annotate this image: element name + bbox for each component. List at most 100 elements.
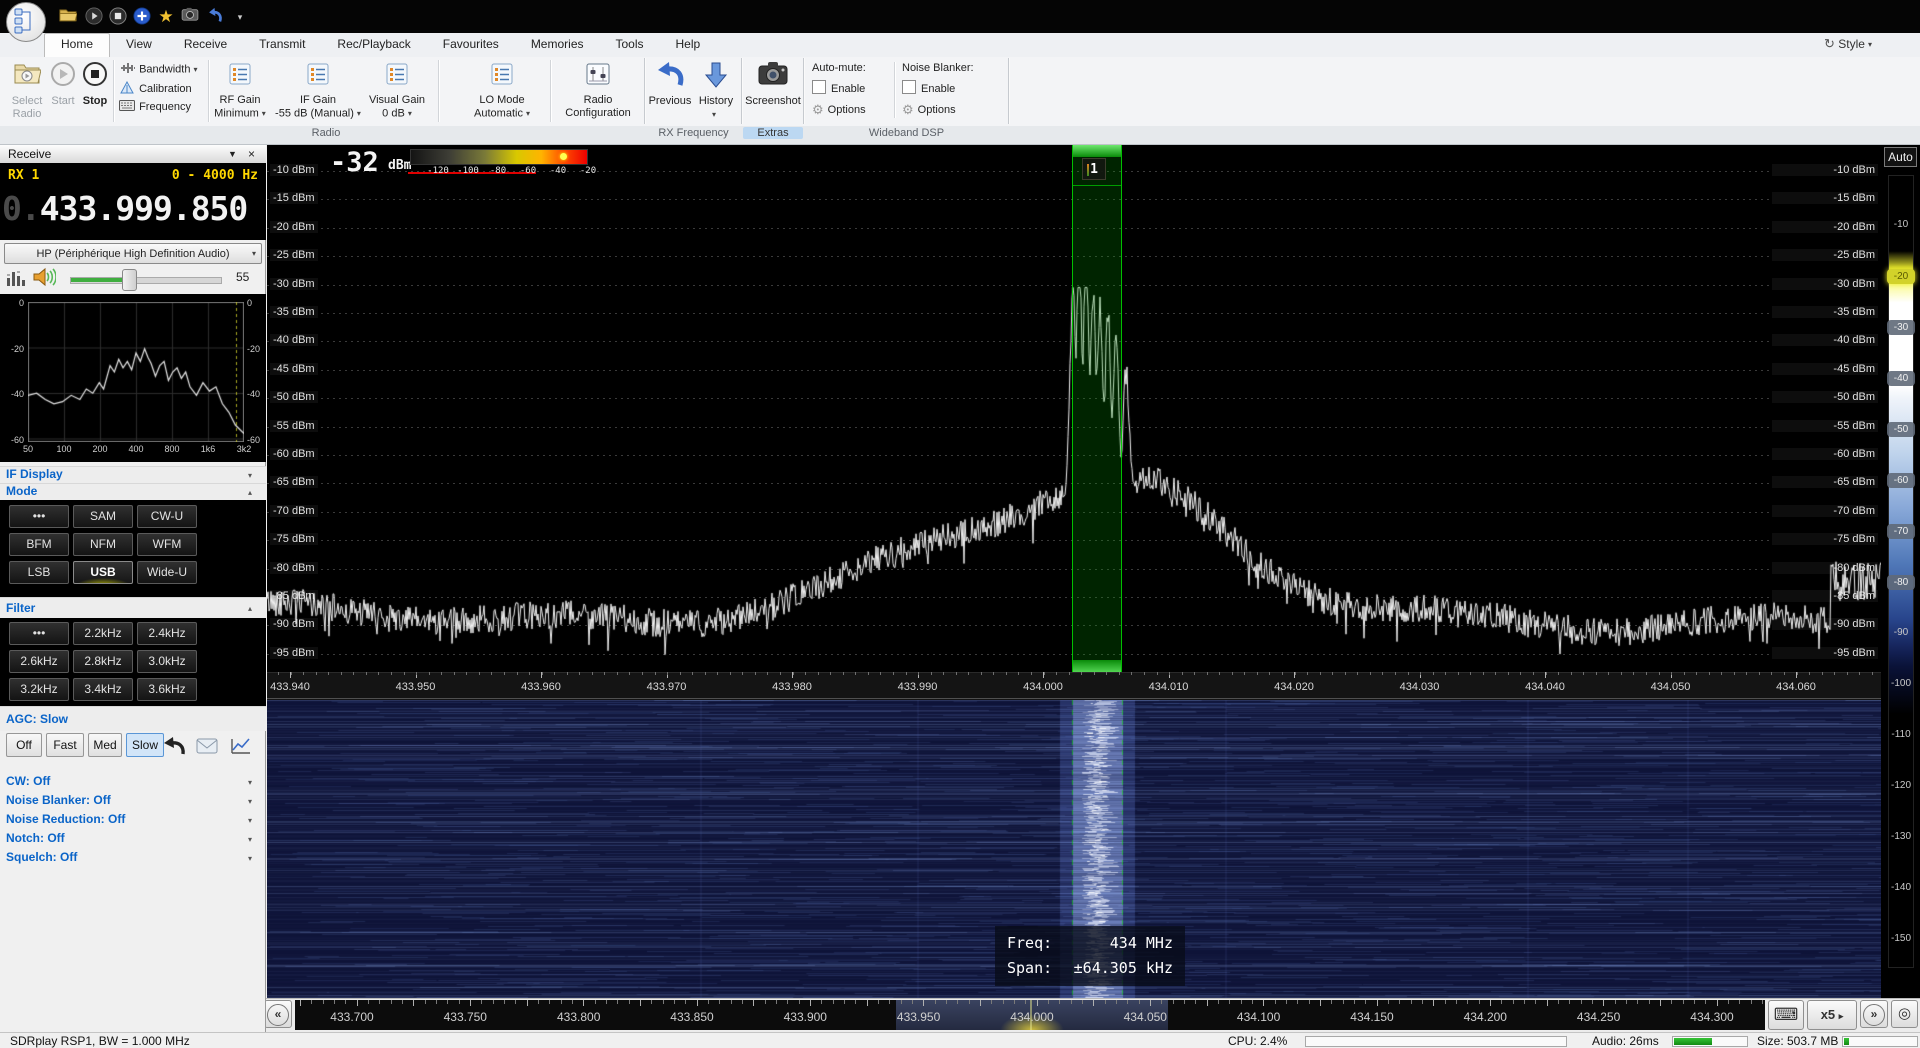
dsp-link-noise-blanker-off[interactable]: Noise Blanker: Off ▾: [0, 793, 266, 812]
tab-tools[interactable]: Tools: [600, 33, 660, 57]
nav-frequency-label[interactable]: 433.900: [770, 1010, 840, 1024]
dsp-link-notch-off[interactable]: Notch: Off ▾: [0, 831, 266, 850]
mode-button-lsb[interactable]: LSB: [9, 561, 69, 584]
if-gain-button[interactable]: IF Gain -55 dB (Manual) ▾: [272, 58, 364, 124]
tab-view[interactable]: View: [110, 33, 168, 57]
chevron-down-icon[interactable]: ▾: [248, 835, 252, 844]
audio-device-select[interactable]: HP (Périphérique High Definition Audio) …: [4, 243, 262, 264]
nav-frequency-label[interactable]: 434.300: [1677, 1010, 1747, 1024]
start-button[interactable]: Start: [48, 58, 78, 124]
mode-section[interactable]: Mode ▴: [0, 483, 266, 501]
tab-help[interactable]: Help: [660, 33, 717, 57]
agc-undo-icon[interactable]: [162, 736, 186, 759]
play-icon[interactable]: [84, 7, 104, 27]
lo-mode-button[interactable]: LO Mode Automatic ▾: [460, 58, 544, 124]
panel-close-icon[interactable]: ×: [248, 145, 255, 163]
noise-blanker-options-button[interactable]: ⚙ Options: [902, 102, 956, 118]
panel-collapse-icon[interactable]: ▼: [228, 145, 237, 163]
tab-home[interactable]: Home: [44, 33, 111, 57]
nav-frequency-label[interactable]: 434.200: [1450, 1010, 1520, 1024]
speaker-icon[interactable]: [32, 266, 57, 291]
filter-button-2-6khz[interactable]: 2.6kHz: [9, 650, 69, 673]
chevron-up-icon[interactable]: ▴: [248, 604, 252, 613]
auto-level-button[interactable]: Auto: [1884, 147, 1917, 167]
chevron-down-icon[interactable]: ▾: [248, 854, 252, 863]
history-button[interactable]: History ▾: [694, 58, 738, 124]
tab-favourites[interactable]: Favourites: [427, 33, 515, 57]
noise-blanker-enable-checkbox[interactable]: Enable: [902, 80, 955, 95]
zoom-step-button[interactable]: x5 ▸: [1807, 1000, 1857, 1030]
filter-button-3-2khz[interactable]: 3.2kHz: [9, 678, 69, 701]
nav-frequency-label[interactable]: 434.050: [1110, 1010, 1180, 1024]
app-menu-button[interactable]: [6, 2, 46, 42]
open-folder-icon[interactable]: [58, 7, 78, 27]
mode-button-cw-u[interactable]: CW-U: [137, 505, 197, 528]
if-display-section[interactable]: IF Display ▾: [0, 466, 266, 484]
dsp-link-cw-off[interactable]: CW: Off ▾: [0, 774, 266, 793]
undo-icon[interactable]: [204, 7, 224, 27]
calibration-button[interactable]: Calibration: [118, 80, 192, 98]
checkbox-icon[interactable]: [812, 80, 826, 94]
auto-mute-enable-checkbox[interactable]: Enable: [812, 80, 865, 95]
camera-icon[interactable]: [180, 7, 200, 27]
rx-panel-header[interactable]: Receive ▼ ×: [0, 145, 266, 164]
equalizer-icon[interactable]: [6, 268, 26, 289]
band-scroll-right-button[interactable]: »: [1860, 1000, 1888, 1028]
chevron-down-icon[interactable]: ▾: [248, 471, 252, 480]
band-scroll-left-button[interactable]: «: [264, 1000, 292, 1028]
agc-graph-icon[interactable]: [230, 737, 252, 758]
screenshot-button[interactable]: Screenshot: [745, 58, 801, 124]
filter-button-3-4khz[interactable]: 3.4kHz: [73, 678, 133, 701]
band-zoom-button[interactable]: ◎: [1891, 1000, 1918, 1028]
mode-button-bfm[interactable]: BFM: [9, 533, 69, 556]
previous-button[interactable]: Previous: [648, 58, 692, 124]
nav-frequency-label[interactable]: 433.750: [430, 1010, 500, 1024]
filter-button-3-0khz[interactable]: 3.0kHz: [137, 650, 197, 673]
stop-icon[interactable]: [108, 7, 128, 27]
favourite-star-icon[interactable]: ★: [156, 7, 176, 27]
mode-button-wfm[interactable]: WFM: [137, 533, 197, 556]
quick-access-caret-icon[interactable]: ▾: [230, 7, 250, 27]
chevron-down-icon[interactable]: ▾: [248, 816, 252, 825]
tab-transmit[interactable]: Transmit: [243, 33, 321, 57]
bandwidth-button[interactable]: Bandwidth ▾: [118, 62, 197, 79]
nav-frequency-label[interactable]: 433.950: [884, 1010, 954, 1024]
nav-frequency-label[interactable]: 433.850: [657, 1010, 727, 1024]
checkbox-icon[interactable]: [902, 80, 916, 94]
add-icon[interactable]: [132, 7, 152, 27]
auto-mute-options-button[interactable]: ⚙ Options: [812, 102, 866, 118]
stop-button[interactable]: Stop: [80, 58, 110, 124]
agc-section[interactable]: AGC: Slow: [0, 706, 266, 731]
mode-button-wide-u[interactable]: Wide-U: [137, 561, 197, 584]
channel-marker[interactable]: [1072, 145, 1122, 672]
nav-frequency-label[interactable]: 434.100: [1224, 1010, 1294, 1024]
nav-frequency-label[interactable]: 434.000: [997, 1010, 1067, 1024]
mode-button-nfm[interactable]: NFM: [73, 533, 133, 556]
tab-receive[interactable]: Receive: [168, 33, 243, 57]
waterfall-palette-slider[interactable]: [1888, 175, 1914, 968]
frequency-digits[interactable]: 433.999.850: [40, 189, 249, 228]
agc-button-fast[interactable]: Fast: [46, 733, 84, 757]
visual-gain-button[interactable]: Visual Gain 0 dB ▾: [366, 58, 428, 124]
radio-configuration-button[interactable]: Radio Configuration: [556, 58, 640, 124]
chevron-down-icon[interactable]: ▾: [248, 778, 252, 787]
rx-frequency-display[interactable]: RX 1 0 - 4000 Hz 0.433.999.850: [0, 163, 266, 240]
frequency-entry-button[interactable]: ⌨: [1768, 1000, 1804, 1030]
dsp-link-squelch-off[interactable]: Squelch: Off ▾: [0, 850, 266, 869]
filter-button-3-6khz[interactable]: 3.6kHz: [137, 678, 197, 701]
agc-envelope-icon[interactable]: [196, 738, 218, 757]
dsp-link-noise-reduction-off[interactable]: Noise Reduction: Off ▾: [0, 812, 266, 831]
channel-number-badge[interactable]: 1: [1082, 158, 1106, 180]
nav-frequency-label[interactable]: 434.150: [1337, 1010, 1407, 1024]
tab-memories[interactable]: Memories: [515, 33, 600, 57]
nav-frequency-label[interactable]: 434.250: [1564, 1010, 1634, 1024]
select-radio-button[interactable]: Select Radio: [8, 58, 46, 124]
filter-section[interactable]: Filter ▴: [0, 597, 266, 619]
style-button[interactable]: ↻ Style ▾: [1824, 36, 1872, 52]
filter-button-item[interactable]: •••: [9, 622, 69, 645]
filter-button-2-2khz[interactable]: 2.2kHz: [73, 622, 133, 645]
audio-spectrum-plot[interactable]: [28, 302, 244, 442]
chevron-down-icon[interactable]: ▾: [248, 797, 252, 806]
frequency-button[interactable]: Frequency: [118, 100, 191, 117]
mode-button-sam[interactable]: SAM: [73, 505, 133, 528]
